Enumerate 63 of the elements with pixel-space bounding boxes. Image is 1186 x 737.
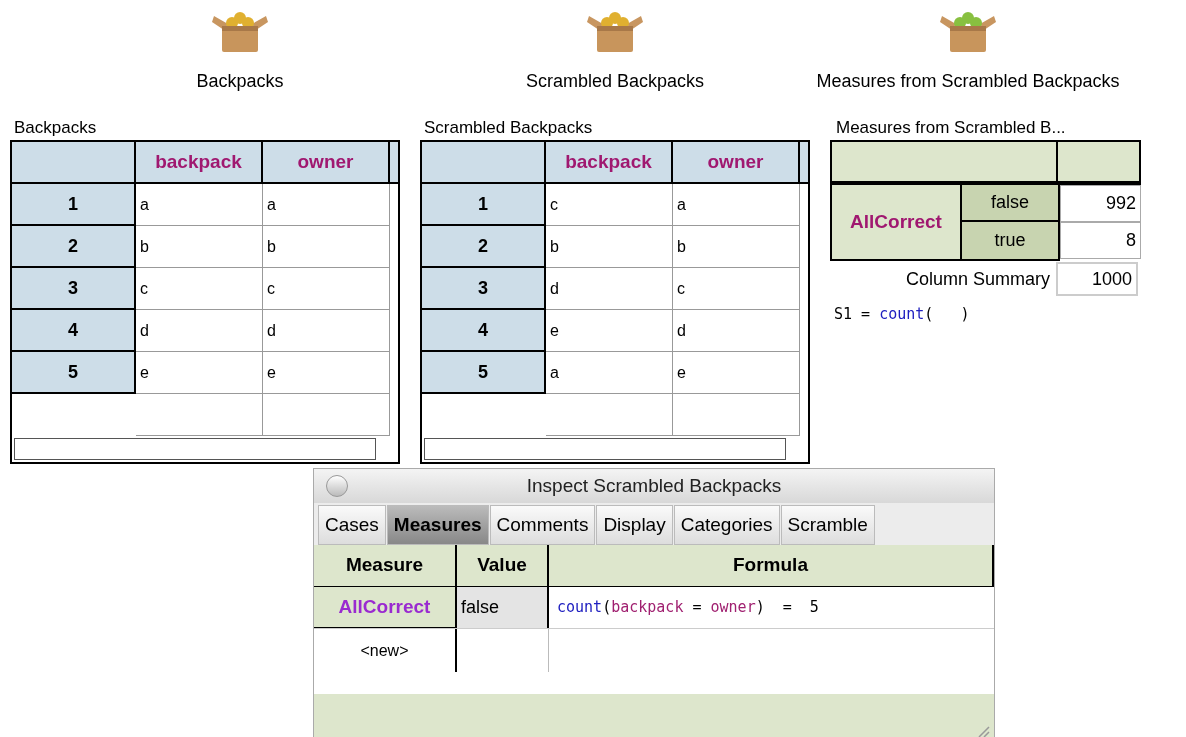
count-cell: 992 xyxy=(1060,185,1141,222)
row-index: 3 xyxy=(422,268,546,310)
category-cell: true xyxy=(962,222,1058,259)
table-cell: e xyxy=(263,352,390,394)
count-cell: 8 xyxy=(1060,222,1141,259)
column-header[interactable]: backpack xyxy=(546,142,673,182)
table-title: Scrambled Backpacks xyxy=(424,118,594,138)
table-cell: d xyxy=(546,268,673,310)
window-title: Inspect Scrambled Backpacks xyxy=(526,473,782,498)
row-index: 1 xyxy=(422,184,546,226)
column-header[interactable]: owner xyxy=(673,142,800,182)
table-cell: c xyxy=(263,268,390,310)
icon-label[interactable]: Measures from Scrambled Backpacks xyxy=(816,68,1120,95)
table-cell: c xyxy=(546,184,673,226)
column-header[interactable]: backpack xyxy=(136,142,263,182)
table-cell: a xyxy=(546,352,673,394)
table-cell: e xyxy=(136,352,263,394)
tab[interactable]: Cases xyxy=(318,505,386,545)
tab[interactable]: Scramble xyxy=(780,505,875,545)
table-cell: b xyxy=(136,226,263,268)
row-index: 5 xyxy=(12,352,136,394)
row-index: 4 xyxy=(422,310,546,352)
new-measure-cell[interactable]: <new> xyxy=(314,629,457,672)
table-cell: e xyxy=(673,352,800,394)
table-cell: a xyxy=(673,184,800,226)
table-cell: a xyxy=(263,184,390,226)
table-cell: a xyxy=(136,184,263,226)
tab[interactable]: Categories xyxy=(673,505,780,545)
table-cell: c xyxy=(136,268,263,310)
tab[interactable]: Display xyxy=(596,505,673,545)
table-cell: c xyxy=(673,268,800,310)
table-cell: d xyxy=(263,310,390,352)
table-cell: d xyxy=(136,310,263,352)
tab[interactable]: Comments xyxy=(489,505,596,545)
horizontal-scrollbar[interactable] xyxy=(424,438,786,460)
column-header[interactable]: owner xyxy=(263,142,390,182)
icon-label[interactable]: Backpacks xyxy=(196,68,284,95)
row-index: 3 xyxy=(12,268,136,310)
horizontal-scrollbar[interactable] xyxy=(14,438,376,460)
resize-grip-icon[interactable] xyxy=(976,724,990,737)
row-index: 2 xyxy=(422,226,546,268)
table-title: Backpacks xyxy=(14,118,98,138)
summary-formula: S1 = count( ) xyxy=(834,305,970,323)
measure-name[interactable]: AllCorrect xyxy=(314,587,457,628)
close-button[interactable] xyxy=(326,475,348,497)
table-cell: e xyxy=(546,310,673,352)
row-index: 4 xyxy=(12,310,136,352)
summary-label: Column Summary xyxy=(904,267,1051,291)
formula-cell-text: count(backpack = owner) = 5 xyxy=(557,597,819,619)
count-cell: 1000 xyxy=(1056,262,1138,296)
row-index: 1 xyxy=(12,184,136,226)
category-cell: false xyxy=(962,185,1058,222)
tab[interactable]: Measures xyxy=(386,505,489,545)
table-cell: b xyxy=(673,226,800,268)
table-cell: d xyxy=(673,310,800,352)
table-cell: b xyxy=(546,226,673,268)
row-index: 2 xyxy=(12,226,136,268)
icon-label[interactable]: Scrambled Backpacks xyxy=(525,68,705,95)
value-cell: false xyxy=(457,587,549,628)
table-title: Measures from Scrambled B... xyxy=(836,118,1067,138)
table-cell: b xyxy=(263,226,390,268)
column-header[interactable]: Formula xyxy=(549,545,994,586)
row-index: 5 xyxy=(422,352,546,394)
